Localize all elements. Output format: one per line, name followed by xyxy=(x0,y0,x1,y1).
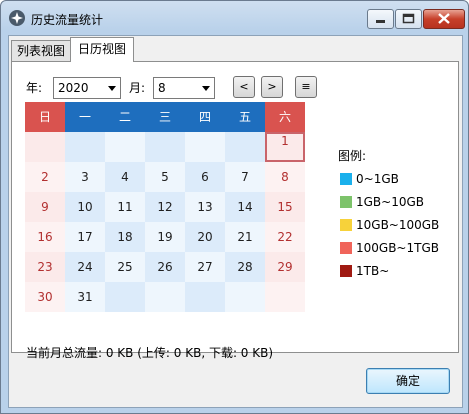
calendar-empty-cell xyxy=(185,282,225,312)
calendar-day[interactable]: 23 xyxy=(25,252,65,282)
month-label: 月: xyxy=(129,81,146,95)
calendar-day[interactable]: 14 xyxy=(225,192,265,222)
calendar-empty-cell xyxy=(225,132,265,162)
legend-item: 100GB~1TGB xyxy=(340,241,439,255)
legend-item: 0~1GB xyxy=(340,172,399,186)
tab-calendar-view[interactable]: 日历视图 xyxy=(70,37,134,62)
calendar-day-grid: 1 2 3 4 5 6 7 8 9 10 11 12 13 14 15 16 17 18 19 20 21 22 23 24 2… xyxy=(25,132,305,312)
calendar-day[interactable]: 6 xyxy=(185,162,225,192)
calendar-day-selected[interactable]: 1 xyxy=(265,132,305,162)
calendar-day[interactable]: 9 xyxy=(25,192,65,222)
calendar-day[interactable]: 20 xyxy=(185,222,225,252)
calendar-empty-cell xyxy=(65,132,105,162)
legend-label: 0~1GB xyxy=(356,172,399,186)
next-month-button[interactable]: > xyxy=(261,76,283,98)
weekday-header: 二 xyxy=(105,102,145,132)
minimize-button[interactable] xyxy=(367,9,394,29)
weekday-header: 三 xyxy=(145,102,185,132)
calendar-day[interactable]: 11 xyxy=(105,192,145,222)
calendar-day[interactable]: 16 xyxy=(25,222,65,252)
calendar-empty-cell xyxy=(145,282,185,312)
legend-label: 100GB~1TGB xyxy=(356,241,439,255)
calendar-day[interactable]: 10 xyxy=(65,192,105,222)
calendar-day[interactable]: 31 xyxy=(65,282,105,312)
calendar-day[interactable]: 26 xyxy=(145,252,185,282)
menu-button[interactable]: ≡ xyxy=(295,76,317,98)
year-select-value: 2020 xyxy=(58,81,89,95)
calendar-day[interactable]: 8 xyxy=(265,162,305,192)
legend-item: 10GB~100GB xyxy=(340,218,439,232)
year-select[interactable]: 2020 xyxy=(53,77,121,99)
calendar-tab-panel: 年: 2020 月: 8 < > ≡ 日一二三四五六 1 2 3 4 5 6 7 8 9 10 11… xyxy=(11,61,459,360)
month-select-value: 8 xyxy=(158,81,166,95)
calendar-day[interactable]: 12 xyxy=(145,192,185,222)
legend-label: 10GB~100GB xyxy=(356,218,440,232)
prev-month-button[interactable]: < xyxy=(233,76,255,98)
window-title: 历史流量统计 xyxy=(31,13,104,27)
calendar-day[interactable]: 13 xyxy=(185,192,225,222)
year-label: 年: xyxy=(26,81,43,95)
legend-label: 1GB~10GB xyxy=(356,195,425,209)
dialog-body: 列表视图 日历视图 年: 2020 月: 8 < > ≡ 日一二三四五六 123… xyxy=(8,35,463,408)
tab-list-view[interactable]: 列表视图 xyxy=(11,40,71,61)
weekday-header: 四 xyxy=(185,102,225,132)
legend-item: 1TB~ xyxy=(340,264,389,278)
close-button[interactable] xyxy=(423,9,465,29)
legend-swatch xyxy=(340,219,352,231)
chevron-down-icon xyxy=(202,86,210,91)
calendar-day[interactable]: 22 xyxy=(265,222,305,252)
calendar-empty-cell xyxy=(265,282,305,312)
legend-item: 1GB~10GB xyxy=(340,195,424,209)
calendar-day[interactable]: 24 xyxy=(65,252,105,282)
calendar-day[interactable]: 4 xyxy=(105,162,145,192)
title-bar[interactable]: 历史流量统计 xyxy=(1,1,468,35)
weekday-header: 六 xyxy=(265,102,305,132)
weekday-header: 日 xyxy=(25,102,65,132)
calendar-day[interactable]: 21 xyxy=(225,222,265,252)
chevron-down-icon xyxy=(108,86,116,91)
legend-swatch xyxy=(340,196,352,208)
legend-swatch xyxy=(340,265,352,277)
calendar-day[interactable]: 17 xyxy=(65,222,105,252)
legend-swatch xyxy=(340,242,352,254)
weekday-header: 五 xyxy=(225,102,265,132)
calendar-day[interactable]: 28 xyxy=(225,252,265,282)
calendar-empty-cell xyxy=(105,282,145,312)
calendar-empty-cell xyxy=(25,132,65,162)
legend-swatch xyxy=(340,173,352,185)
calendar-day[interactable]: 27 xyxy=(185,252,225,282)
maximize-button[interactable] xyxy=(395,9,422,29)
calendar: 日一二三四五六 1 2 3 4 5 6 7 8 9 10 11 12 13 14 15 16 17 18 19 20 2… xyxy=(25,102,305,312)
ok-button[interactable]: 确定 xyxy=(366,368,450,394)
legend-label: 1TB~ xyxy=(356,264,390,278)
calendar-day[interactable]: 25 xyxy=(105,252,145,282)
calendar-day[interactable]: 7 xyxy=(225,162,265,192)
month-select[interactable]: 8 xyxy=(153,77,215,99)
app-window: 历史流量统计 列表视图 日历视图 年: 2020 月: 8 < > ≡ 日 一 … xyxy=(0,0,469,414)
calendar-empty-cell xyxy=(105,132,145,162)
calendar-day[interactable]: 30 xyxy=(25,282,65,312)
calendar-empty-cell xyxy=(225,282,265,312)
calendar-day[interactable]: 19 xyxy=(145,222,185,252)
calendar-empty-cell xyxy=(185,132,225,162)
calendar-day[interactable]: 5 xyxy=(145,162,185,192)
calendar-empty-cell xyxy=(145,132,185,162)
calendar-day[interactable]: 2 xyxy=(25,162,65,192)
weekday-header: 一 xyxy=(65,102,105,132)
calendar-day[interactable]: 3 xyxy=(65,162,105,192)
calendar-day[interactable]: 15 xyxy=(265,192,305,222)
calendar-weekday-header: 日一二三四五六 xyxy=(25,102,305,132)
monthly-traffic-summary: 当前月总流量: 0 KB (上传: 0 KB, 下载: 0 KB) xyxy=(26,346,274,360)
calendar-day[interactable]: 29 xyxy=(265,252,305,282)
legend-title: 图例: xyxy=(338,149,367,163)
calendar-day[interactable]: 18 xyxy=(105,222,145,252)
app-logo-icon xyxy=(9,10,25,26)
